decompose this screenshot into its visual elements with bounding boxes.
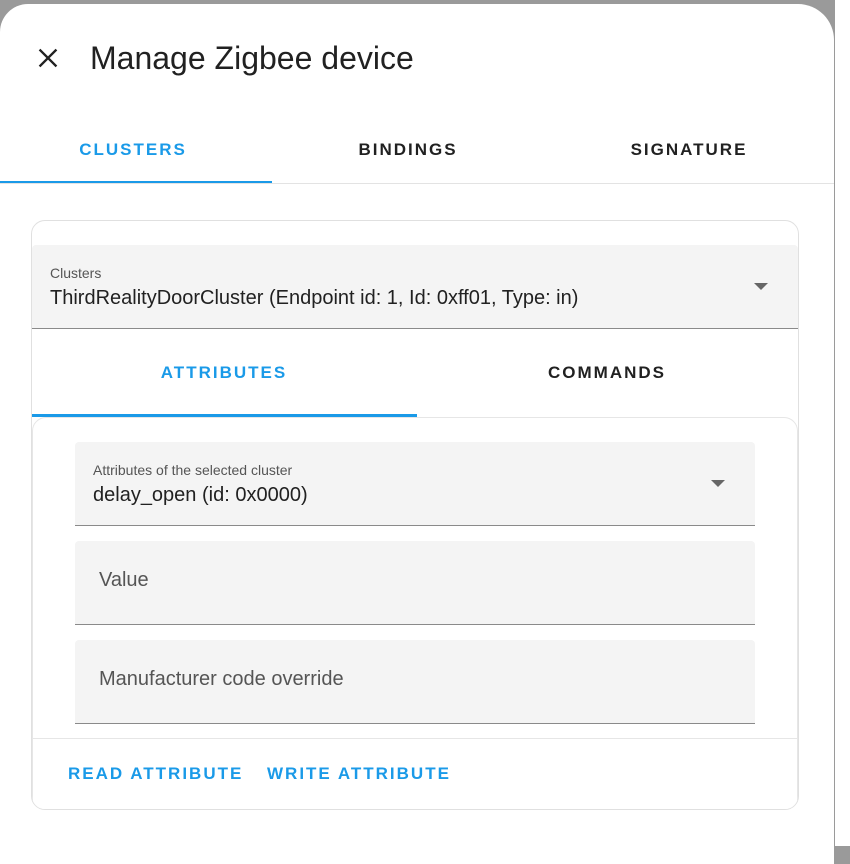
clusters-card: Clusters ThirdRealityDoorCluster (Endpoi… <box>31 220 799 810</box>
value-field[interactable]: Value <box>75 541 755 625</box>
tab-signature[interactable]: SIGNATURE <box>548 116 830 184</box>
dialog-header: Manage Zigbee device <box>0 4 834 104</box>
manage-zigbee-dialog: Manage Zigbee device CLUSTERS BINDINGS S… <box>0 4 834 864</box>
tab-bindings[interactable]: BINDINGS <box>274 116 542 184</box>
tab-clusters[interactable]: CLUSTERS <box>0 116 266 184</box>
write-attribute-button[interactable]: WRITE ATTRIBUTE <box>267 751 451 797</box>
attributes-select-value: delay_open (id: 0x0000) <box>93 484 308 506</box>
tabs-divider <box>0 183 834 184</box>
clusters-select[interactable]: Clusters ThirdRealityDoorCluster (Endpoi… <box>32 245 798 329</box>
tab-attributes[interactable]: ATTRIBUTES <box>32 329 416 417</box>
cluster-sub-tabs: ATTRIBUTES COMMANDS <box>32 329 798 417</box>
dialog-title: Manage Zigbee device <box>90 40 414 76</box>
attributes-select-label: Attributes of the selected cluster <box>93 462 293 478</box>
chevron-down-icon <box>711 480 725 487</box>
actions-divider <box>32 738 798 739</box>
close-button[interactable] <box>22 32 74 84</box>
manufacturer-code-placeholder: Manufacturer code override <box>99 668 344 690</box>
read-attribute-button[interactable]: READ ATTRIBUTE <box>68 751 243 797</box>
close-icon <box>38 48 58 68</box>
tab-commands[interactable]: COMMANDS <box>416 329 798 417</box>
manufacturer-code-field[interactable]: Manufacturer code override <box>75 640 755 724</box>
value-field-placeholder: Value <box>99 569 149 591</box>
main-tabs: CLUSTERS BINDINGS SIGNATURE <box>0 116 834 184</box>
attributes-select[interactable]: Attributes of the selected cluster delay… <box>75 442 755 526</box>
chevron-down-icon <box>754 283 768 290</box>
clusters-select-value: ThirdRealityDoorCluster (Endpoint id: 1,… <box>50 287 579 309</box>
background-strip <box>835 0 850 846</box>
clusters-select-label: Clusters <box>50 265 102 281</box>
